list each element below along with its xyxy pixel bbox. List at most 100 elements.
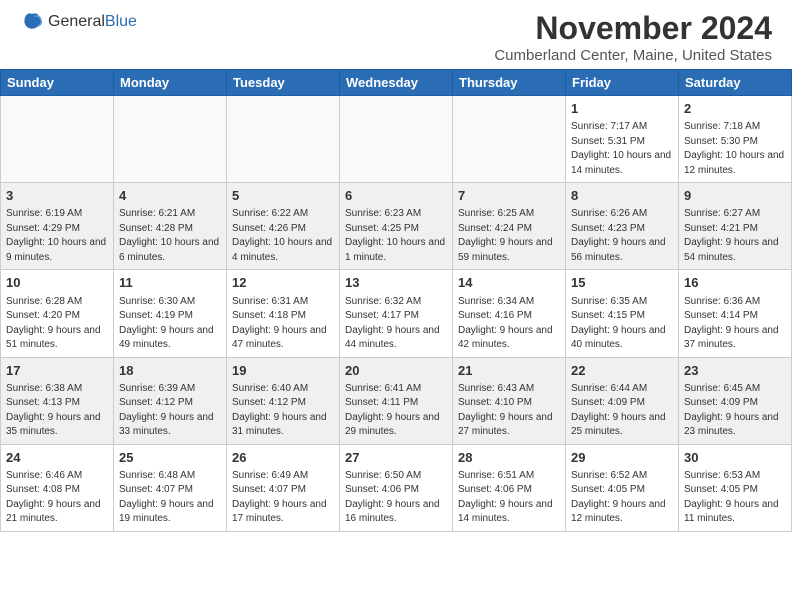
cell-info: Sunrise: 6:32 AM Sunset: 4:17 PM Dayligh… [345,295,447,353]
calendar-cell: 27 Sunrise: 6:50 AM Sunset: 4:06 PM Dayli… [340,444,453,531]
calendar-cell: 26Sunrise: 6:49 AM Sunset: 4:07 PM Dayli… [227,444,340,531]
day-number: 24 [6,449,108,467]
day-number: 23 [684,362,786,380]
day-number: 22 [571,362,673,380]
day-number: 9 [684,187,786,205]
cell-info: Sunrise: 6:22 AM Sunset: 4:26 PM Dayligh… [232,207,334,265]
cell-info: Sunrise: 6:28 AM Sunset: 4:20 PM Dayligh… [6,295,108,353]
logo-text: GeneralBlue [48,13,137,31]
day-header-wednesday: Wednesday [340,70,453,96]
calendar-cell: 23 Sunrise: 6:45 AM Sunset: 4:09 PM Dayli… [679,357,792,444]
cell-info: Sunrise: 6:49 AM Sunset: 4:07 PM Dayligh… [232,469,334,527]
day-number: 12 [232,274,334,292]
day-header-thursday: Thursday [453,70,566,96]
cell-info: Sunrise: 6:43 AM Sunset: 4:10 PM Dayligh… [458,382,560,440]
cell-info: Sunrise: 6:25 AM Sunset: 4:24 PM Dayligh… [458,207,560,265]
day-number: 28 [458,449,560,467]
calendar-cell: 14 Sunrise: 6:34 AM Sunset: 4:16 PM Dayli… [453,270,566,357]
cell-info: Sunrise: 6:30 AM Sunset: 4:19 PM Dayligh… [119,295,221,353]
day-number: 3 [6,187,108,205]
calendar-cell: 12 Sunrise: 6:31 AM Sunset: 4:18 PM Dayli… [227,270,340,357]
cell-info: Sunrise: 6:52 AM Sunset: 4:05 PM Dayligh… [571,469,673,527]
calendar-cell: 20 Sunrise: 6:41 AM Sunset: 4:11 PM Dayli… [340,357,453,444]
day-number: 5 [232,187,334,205]
calendar-cell: 1 Sunrise: 7:17 AM Sunset: 5:31 PM Daylig… [566,96,679,183]
day-number: 20 [345,362,447,380]
calendar-cell: 7Sunrise: 6:25 AM Sunset: 4:24 PM Daylig… [453,183,566,270]
calendar-cell: 15Sunrise: 6:35 AM Sunset: 4:15 PM Dayli… [566,270,679,357]
calendar-cell: 18 Sunrise: 6:39 AM Sunset: 4:12 PM Dayli… [114,357,227,444]
day-header-saturday: Saturday [679,70,792,96]
calendar-cell: 22 Sunrise: 6:44 AM Sunset: 4:09 PM Dayli… [566,357,679,444]
cell-info: Sunrise: 6:38 AM Sunset: 4:13 PM Dayligh… [6,382,108,440]
day-number: 6 [345,187,447,205]
calendar-cell: 11 Sunrise: 6:30 AM Sunset: 4:19 PM Dayli… [114,270,227,357]
cell-info: Sunrise: 6:44 AM Sunset: 4:09 PM Dayligh… [571,382,673,440]
day-number: 27 [345,449,447,467]
day-number: 11 [119,274,221,292]
title-section: November 2024 Cumberland Center, Maine, … [494,10,772,64]
cell-info: Sunrise: 6:39 AM Sunset: 4:12 PM Dayligh… [119,382,221,440]
calendar-cell: 28Sunrise: 6:51 AM Sunset: 4:06 PM Dayli… [453,444,566,531]
calendar-cell: 9 Sunrise: 6:27 AM Sunset: 4:21 PM Daylig… [679,183,792,270]
cell-info: Sunrise: 7:18 AM Sunset: 5:30 PM Dayligh… [684,120,786,178]
cell-info: Sunrise: 6:48 AM Sunset: 4:07 PM Dayligh… [119,469,221,527]
calendar-cell: 13 Sunrise: 6:32 AM Sunset: 4:17 PM Dayli… [340,270,453,357]
day-header-monday: Monday [114,70,227,96]
cell-info: Sunrise: 6:23 AM Sunset: 4:25 PM Dayligh… [345,207,447,265]
calendar-cell: 29Sunrise: 6:52 AM Sunset: 4:05 PM Dayli… [566,444,679,531]
cell-info: Sunrise: 6:21 AM Sunset: 4:28 PM Dayligh… [119,207,221,265]
calendar-cell [1,96,114,183]
calendar-cell: 6 Sunrise: 6:23 AM Sunset: 4:25 PM Daylig… [340,183,453,270]
month-title: November 2024 [494,10,772,47]
day-number: 19 [232,362,334,380]
cell-info: Sunrise: 7:17 AM Sunset: 5:31 PM Dayligh… [571,120,673,178]
cell-info: Sunrise: 6:50 AM Sunset: 4:06 PM Dayligh… [345,469,447,527]
day-header-friday: Friday [566,70,679,96]
cell-info: Sunrise: 6:26 AM Sunset: 4:23 PM Dayligh… [571,207,673,265]
calendar-cell: 17 Sunrise: 6:38 AM Sunset: 4:13 PM Dayli… [1,357,114,444]
calendar-cell: 4Sunrise: 6:21 AM Sunset: 4:28 PM Daylig… [114,183,227,270]
day-number: 17 [6,362,108,380]
calendar-cell: 30 Sunrise: 6:53 AM Sunset: 4:05 PM Dayli… [679,444,792,531]
calendar-cell [453,96,566,183]
calendar-cell: 16 Sunrise: 6:36 AM Sunset: 4:14 PM Dayli… [679,270,792,357]
day-number: 13 [345,274,447,292]
day-number: 14 [458,274,560,292]
calendar-cell: 25 Sunrise: 6:48 AM Sunset: 4:07 PM Dayli… [114,444,227,531]
day-number: 21 [458,362,560,380]
calendar-cell [114,96,227,183]
day-number: 1 [571,100,673,118]
calendar-cell [227,96,340,183]
day-number: 2 [684,100,786,118]
calendar-cell [340,96,453,183]
calendar-cell: 2 Sunrise: 7:18 AM Sunset: 5:30 PM Daylig… [679,96,792,183]
logo: GeneralBlue [20,10,137,34]
cell-info: Sunrise: 6:45 AM Sunset: 4:09 PM Dayligh… [684,382,786,440]
day-number: 30 [684,449,786,467]
day-header-tuesday: Tuesday [227,70,340,96]
day-number: 25 [119,449,221,467]
day-header-sunday: Sunday [1,70,114,96]
cell-info: Sunrise: 6:35 AM Sunset: 4:15 PM Dayligh… [571,295,673,353]
calendar-table: SundayMondayTuesdayWednesdayThursdayFrid… [0,69,792,532]
cell-info: Sunrise: 6:40 AM Sunset: 4:12 PM Dayligh… [232,382,334,440]
calendar-cell: 21 Sunrise: 6:43 AM Sunset: 4:10 PM Dayli… [453,357,566,444]
day-number: 16 [684,274,786,292]
cell-info: Sunrise: 6:41 AM Sunset: 4:11 PM Dayligh… [345,382,447,440]
calendar-cell: 10 Sunrise: 6:28 AM Sunset: 4:20 PM Dayli… [1,270,114,357]
page-header: GeneralBlue November 2024 Cumberland Cen… [0,0,792,69]
cell-info: Sunrise: 6:19 AM Sunset: 4:29 PM Dayligh… [6,207,108,265]
calendar-cell: 19 Sunrise: 6:40 AM Sunset: 4:12 PM Dayli… [227,357,340,444]
cell-info: Sunrise: 6:31 AM Sunset: 4:18 PM Dayligh… [232,295,334,353]
cell-info: Sunrise: 6:53 AM Sunset: 4:05 PM Dayligh… [684,469,786,527]
location: Cumberland Center, Maine, United States [494,47,772,64]
cell-info: Sunrise: 6:34 AM Sunset: 4:16 PM Dayligh… [458,295,560,353]
day-number: 18 [119,362,221,380]
cell-info: Sunrise: 6:27 AM Sunset: 4:21 PM Dayligh… [684,207,786,265]
calendar-cell: 24Sunrise: 6:46 AM Sunset: 4:08 PM Dayli… [1,444,114,531]
day-number: 8 [571,187,673,205]
calendar-cell: 5 Sunrise: 6:22 AM Sunset: 4:26 PM Daylig… [227,183,340,270]
day-number: 10 [6,274,108,292]
cell-info: Sunrise: 6:36 AM Sunset: 4:14 PM Dayligh… [684,295,786,353]
